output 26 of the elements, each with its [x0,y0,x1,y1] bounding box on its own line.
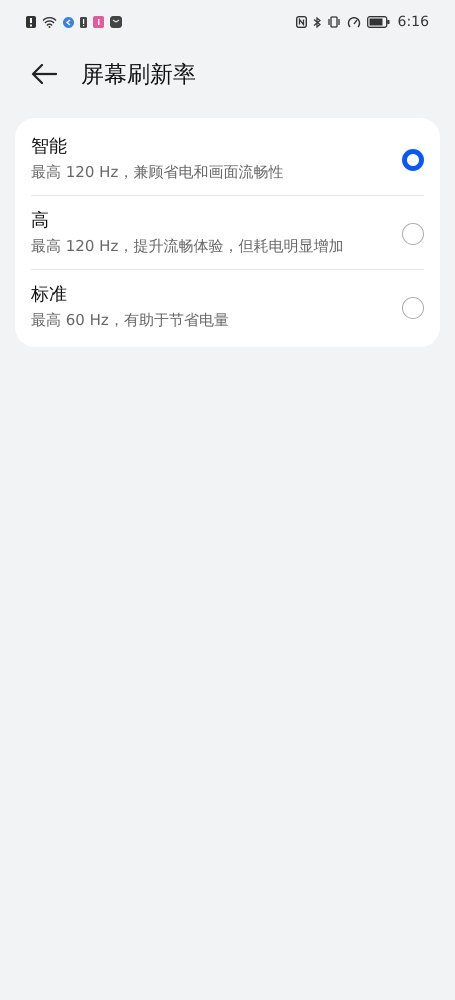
app-icon [110,16,122,28]
app-icon [63,16,74,28]
back-button[interactable] [31,63,57,85]
vibrate-icon [326,16,341,28]
alert-icon [26,16,36,28]
bluetooth-icon [312,16,321,28]
speedometer-icon [346,16,361,28]
option-label: 智能 [31,135,68,159]
radio-button[interactable] [402,148,424,170]
nfc-icon [296,16,307,28]
option-row[interactable]: 智能 最高 120 Hz，兼顾省电和画面流畅性 [31,122,424,195]
option-row[interactable]: 高 最高 120 Hz，提升流畅体验，但耗电明显增加 [31,195,424,269]
option-description: 最高 120 Hz，兼顾省电和画面流畅性 [31,162,284,183]
clock-time: 6:16 [398,14,429,30]
option-row[interactable]: 标准 最高 60 Hz，有助于节省电量 [31,269,424,343]
battery-alert-icon [80,16,87,28]
app-icon [93,16,104,28]
wifi-icon [42,16,57,28]
option-description: 最高 60 Hz，有助于节省电量 [31,310,230,331]
battery-icon [366,16,390,28]
option-description: 最高 120 Hz，提升流畅体验，但耗电明显增加 [31,236,344,257]
option-label: 标准 [31,283,68,307]
radio-button[interactable] [402,222,424,244]
radio-button[interactable] [402,296,424,318]
page-title: 屏幕刷新率 [81,60,196,90]
option-label: 高 [31,209,50,233]
